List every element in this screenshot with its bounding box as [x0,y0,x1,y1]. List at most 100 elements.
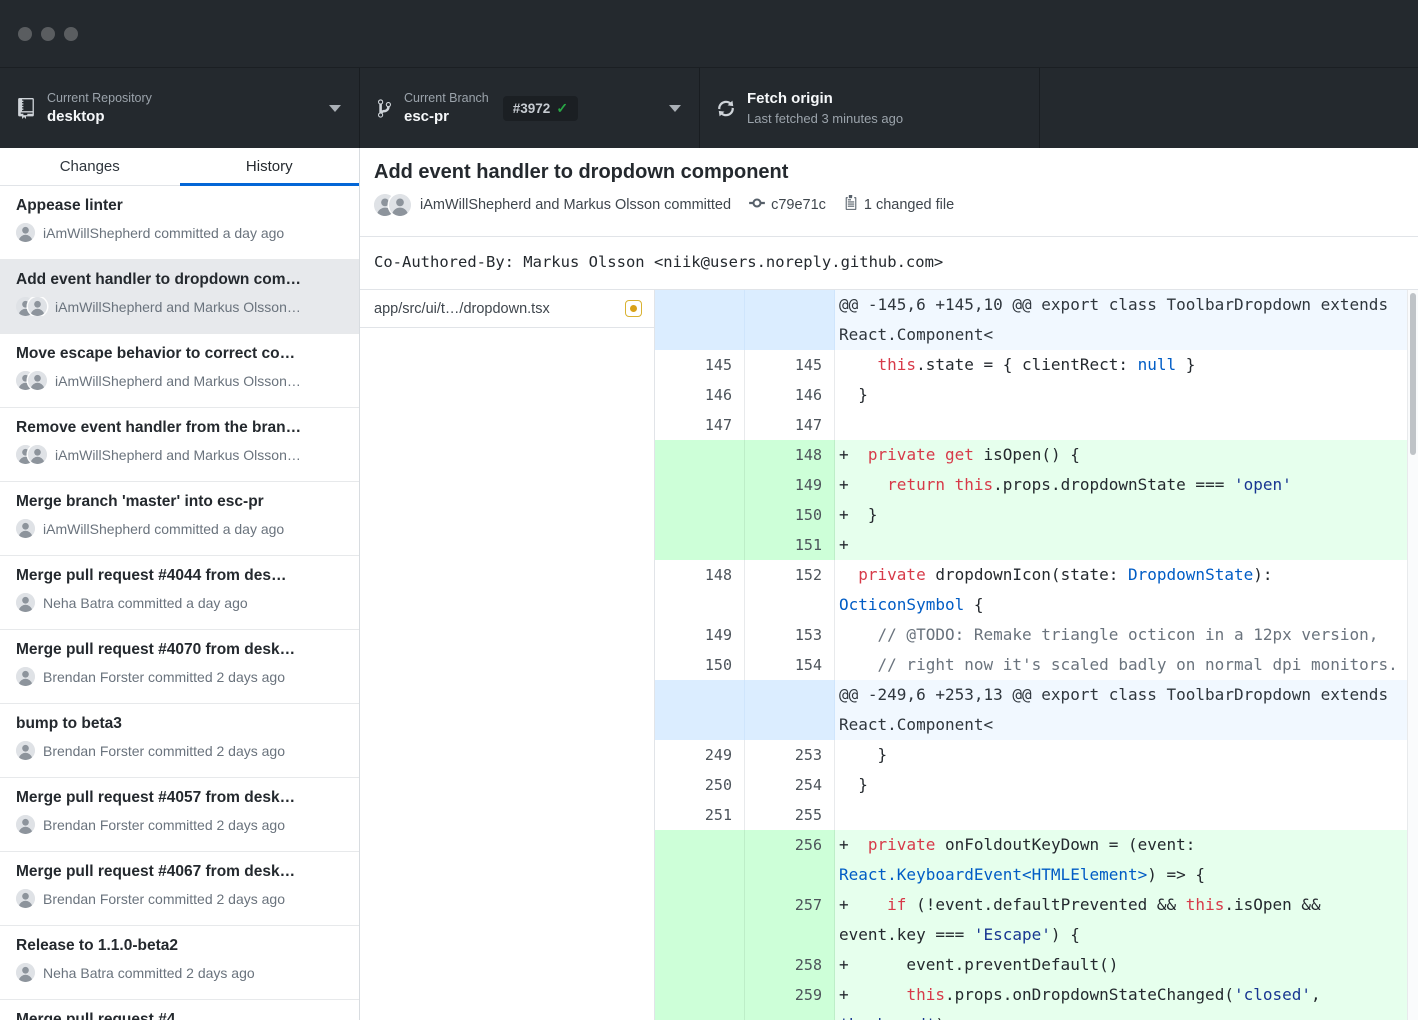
code-segment: 'keyboard' [839,1015,935,1020]
commit-list-item[interactable]: bump to beta3Brendan Forster committed 2… [0,704,359,778]
commit-list-item[interactable]: Move escape behavior to correct co…iAmWi… [0,334,359,408]
diff-gutter-new-line-number: 152 [745,560,835,620]
diff-gutter-old-line-number: 149 [655,620,745,650]
chevron-down-icon [329,105,341,112]
commit-list-item[interactable]: Appease linteriAmWillShepherd committed … [0,186,359,260]
commit-item-title: Remove event handler from the bran… [16,419,343,437]
diff-gutter-old-line-number [655,500,745,530]
branch-switcher-button[interactable]: Current Branch esc-pr #3972 ✓ [360,68,700,148]
commit-item-byline: Brendan Forster committed 2 days ago [16,741,343,760]
code-segment: get [945,445,974,464]
avatar-icon [28,297,47,316]
diff-code-line: + event.preventDefault() [835,950,1418,980]
code-segment: 'open' [1234,475,1292,494]
diff-code-line: + private get isOpen() { [835,440,1418,470]
diff-row: 148+ private get isOpen() { [655,440,1418,470]
commit-list-item[interactable]: Merge pull request #4044 from des…Neha B… [0,556,359,630]
diff-row: 256+ private onFoldoutKeyDown = (event: … [655,830,1418,890]
code-segment: // right now it's scaled badly on normal… [878,655,1398,674]
code-segment: 'closed' [1234,985,1311,1004]
file-diff-icon [844,195,858,216]
tab-history[interactable]: History [180,148,360,185]
avatar-icon [16,889,35,908]
code-segment: + [839,895,887,914]
diff-gutter-new-line-number: 151 [745,530,835,560]
commit-list-item[interactable]: Remove event handler from the bran…iAmWi… [0,408,359,482]
repository-label: Current Repository [47,91,152,105]
pr-badge: #3972 ✓ [503,96,578,121]
code-segment: } [1176,355,1195,374]
code-segment: + [839,535,849,554]
code-segment: } [839,745,887,764]
diff-row: 147147 [655,410,1418,440]
close-button[interactable] [18,27,32,41]
commit-avatars [16,889,35,908]
diff-row: 258+ event.preventDefault() [655,950,1418,980]
fetch-origin-button[interactable]: Fetch origin Last fetched 3 minutes ago [700,68,1040,148]
file-list-item[interactable]: app/src/ui/t…/dropdown.tsx [360,290,654,328]
diff-view: @@ -145,6 +145,10 @@ export class Toolba… [655,290,1418,1020]
commit-item-title: Merge pull request #4… [16,1011,343,1020]
commit-list-item[interactable]: Merge pull request #4070 from desk…Brend… [0,630,359,704]
changed-files-panel: app/src/ui/t…/dropdown.tsx [360,290,655,1020]
commit-item-title: Merge pull request #4057 from desk… [16,789,343,807]
commit-details: app/src/ui/t…/dropdown.tsx @@ -145,6 +14… [360,290,1418,1020]
code-segment: 'Escape' [974,925,1051,944]
diff-code-line: this.state = { clientRect: null } [835,350,1418,380]
minimize-button[interactable] [41,27,55,41]
diff-gutter-new-line-number: 149 [745,470,835,500]
zoom-button[interactable] [64,27,78,41]
diff-code-line: + private onFoldoutKeyDown = (event: Rea… [835,830,1418,890]
diff-row: 145145 this.state = { clientRect: null } [655,350,1418,380]
commit-item-byline: Neha Batra committed a day ago [16,593,343,612]
diff-gutter-new-line-number: 148 [745,440,835,470]
code-segment: return [887,475,945,494]
avatar-icon [16,815,35,834]
code-segment: + [839,445,868,464]
diff-gutter-old-line-number: 250 [655,770,745,800]
commit-list-item[interactable]: Add event handler to dropdown com… iAmWil… [0,260,359,334]
code-segment: + [839,985,906,1004]
commit-list-item[interactable]: Merge pull request #4… [0,1000,359,1020]
code-segment: React.KeyboardEvent<HTMLElement> [839,865,1147,884]
code-segment: (!event.defaultPrevented && [906,895,1185,914]
changed-files-group: 1 changed file [844,195,954,216]
code-segment: this [878,355,917,374]
avatar-icon [389,194,411,216]
diff-row: 151+ [655,530,1418,560]
diff-row: 146146 } [655,380,1418,410]
diff-row: 150+ } [655,500,1418,530]
diff-code-line: + return this.props.dropdownState === 'o… [835,470,1418,500]
code-segment: ): [1253,565,1282,584]
pr-number: #3972 [513,101,551,116]
commit-list-item[interactable]: Merge pull request #4067 from desk…Brend… [0,852,359,926]
repository-switcher-button[interactable]: Current Repository desktop [0,68,360,148]
diff-gutter-old-line-number: 249 [655,740,745,770]
commit-list-item[interactable]: Merge branch 'master' into esc-priAmWill… [0,482,359,556]
commit-summary: Add event handler to dropdown component … [360,148,1418,237]
git-commit-icon [749,194,765,216]
fetch-title: Fetch origin [747,90,903,107]
diff-code-line: } [835,740,1418,770]
avatar-icon [16,741,35,760]
diff-scrollbar[interactable] [1407,290,1418,1020]
commit-item-byline: Brendan Forster committed 2 days ago [16,889,343,908]
tab-changes[interactable]: Changes [0,148,180,185]
commit-byline-text: iAmWillShepherd and Markus Olsson… [55,299,301,315]
diff-row: 259+ this.props.onDropdownStateChanged('… [655,980,1418,1020]
commit-title: Add event handler to dropdown component [374,161,1402,184]
commit-avatars [16,519,35,538]
branch-name: esc-pr [404,108,489,125]
window-controls [18,27,78,41]
commit-avatars [16,963,35,982]
commit-list-item[interactable]: Release to 1.1.0-beta2Neha Batra committ… [0,926,359,1000]
diff-gutter-new-line-number: 256 [745,830,835,890]
diff-row: 149+ return this.props.dropdownState ===… [655,470,1418,500]
commit-item-title: Add event handler to dropdown com… [16,271,343,289]
diff-gutter-old-line-number: 251 [655,800,745,830]
commit-list-item[interactable]: Merge pull request #4057 from desk…Brend… [0,778,359,852]
diff-gutter-new-line-number [745,290,835,350]
commit-byline-text: Brendan Forster committed 2 days ago [43,743,285,759]
diff-row: 149153 // @TODO: Remake triangle octicon… [655,620,1418,650]
scrollbar-thumb[interactable] [1410,293,1416,455]
